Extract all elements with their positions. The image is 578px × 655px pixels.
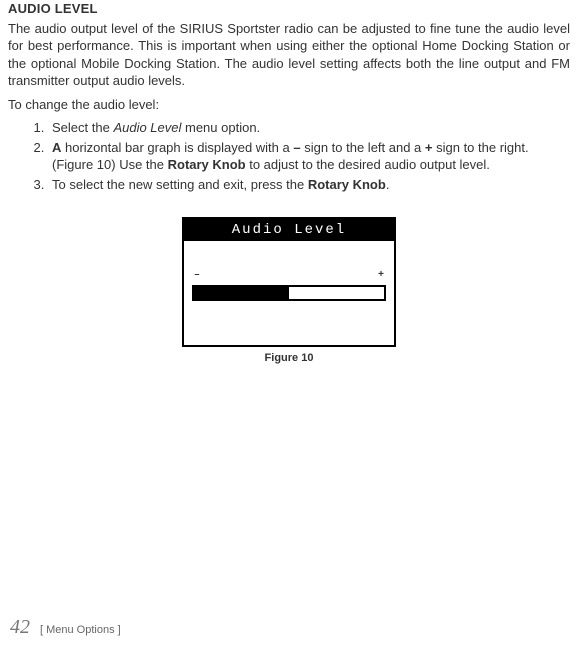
level-bar: [192, 285, 386, 301]
step-3-text-a: To select the new setting and exit, pres…: [52, 177, 308, 192]
step-2-rk1: Rotary Knob: [168, 157, 246, 172]
step-1-italic: Audio Level: [113, 120, 181, 135]
step-2-bold-a: A: [52, 140, 61, 155]
screen-title: Audio Level: [232, 221, 346, 240]
minus-icon: –: [194, 269, 200, 283]
step-3-rk: Rotary Knob: [308, 177, 386, 192]
device-screen: Audio Level – +: [182, 217, 396, 347]
steps-list: Select the Audio Level menu option. A ho…: [8, 119, 570, 193]
screen-body: – +: [184, 241, 394, 345]
intro-paragraph: The audio output level of the SIRIUS Spo…: [8, 20, 570, 90]
screen-titlebar: Audio Level: [184, 219, 394, 241]
step-3: To select the new setting and exit, pres…: [48, 176, 570, 194]
figure-10: Audio Level – + Figure 10: [8, 217, 570, 366]
step-2-minus: –: [293, 140, 300, 155]
step-1: Select the Audio Level menu option.: [48, 119, 570, 137]
section-heading: AUDIO LEVEL: [8, 0, 570, 18]
footer: 42 [ Menu Options ]: [10, 614, 121, 641]
page-number: 42: [10, 614, 30, 641]
level-bar-fill: [194, 287, 289, 299]
change-line: To change the audio level:: [8, 96, 570, 114]
step-3-text-b: .: [386, 177, 390, 192]
plus-icon: +: [378, 269, 384, 283]
step-2-text-b: horizontal bar graph is displayed with a: [61, 140, 293, 155]
step-2: A horizontal bar graph is displayed with…: [48, 139, 570, 174]
step-2-plus: +: [425, 140, 433, 155]
pm-row: – +: [192, 269, 386, 283]
figure-caption: Figure 10: [265, 351, 314, 366]
step-1-text-b: menu option.: [181, 120, 260, 135]
step-2-text-e: to adjust to the desired audio output le…: [246, 157, 490, 172]
step-1-text-a: Select the: [52, 120, 113, 135]
footer-section: [ Menu Options ]: [40, 623, 121, 638]
step-2-text-c: sign to the left and a: [301, 140, 425, 155]
